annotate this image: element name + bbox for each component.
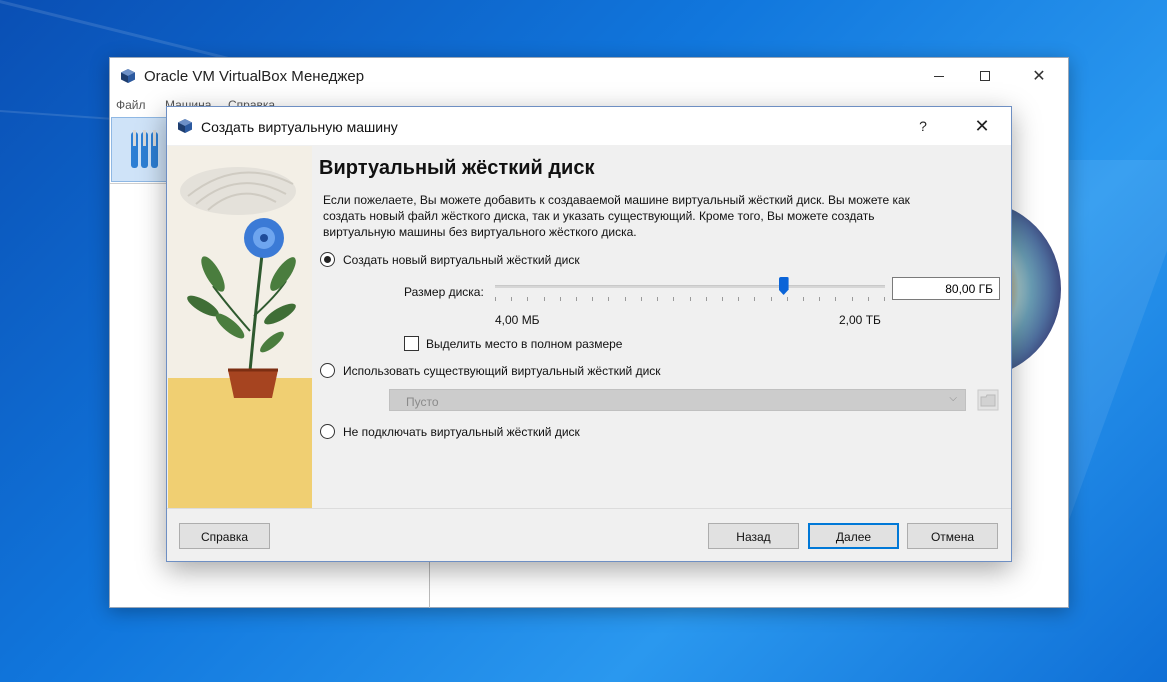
minimize-button[interactable]	[916, 58, 962, 94]
disk-size-input[interactable]: 80,00 ГБ	[892, 277, 1000, 300]
page-description: Если пожелаете, Вы можете добавить к соз…	[323, 193, 910, 239]
dialog-title: Создать виртуальную машину	[201, 119, 398, 135]
radio-create-new[interactable]	[320, 252, 335, 267]
existing-disk-select-value: Пусто	[406, 395, 439, 409]
help-icon: ?	[919, 118, 927, 134]
preallocate-label[interactable]: Выделить место в полном размере	[426, 337, 622, 351]
radio-no-disk-label[interactable]: Не подключать виртуальный жёсткий диск	[343, 425, 580, 439]
minimize-icon	[934, 75, 944, 77]
main-window-title: Oracle VM VirtualBox Менеджер	[144, 68, 365, 85]
tools-button[interactable]	[111, 117, 171, 182]
radio-use-existing-label[interactable]: Использовать существующий виртуальный жё…	[343, 364, 661, 378]
help-button-bottom[interactable]: Справка	[179, 523, 270, 549]
tools-icon	[131, 130, 158, 168]
folder-icon[interactable]	[977, 389, 999, 411]
plant-illustration	[168, 167, 312, 508]
radio-use-existing[interactable]	[320, 363, 335, 378]
slider-max-label: 2,00 ТБ	[839, 313, 881, 327]
chevron-down-icon: ⌵	[949, 393, 957, 404]
divider	[429, 558, 430, 608]
disk-size-label: Размер диска:	[404, 285, 484, 299]
main-titlebar: Oracle VM VirtualBox Менеджер ✕	[110, 58, 1068, 94]
wizard-illustration	[168, 146, 312, 508]
radio-no-disk[interactable]	[320, 424, 335, 439]
preallocate-checkbox[interactable]	[404, 336, 419, 351]
cancel-button[interactable]: Отмена	[907, 523, 998, 549]
virtualbox-logo-icon	[121, 69, 135, 83]
dialog-titlebar: Создать виртуальную машину ? ✕	[167, 107, 1011, 145]
slider-min-label: 4,00 МБ	[495, 313, 540, 327]
close-icon: ✕	[974, 115, 990, 136]
dialog-close-button[interactable]: ✕	[957, 107, 1007, 145]
slider-ticks	[495, 297, 885, 301]
back-button[interactable]: Назад	[708, 523, 799, 549]
virtualbox-logo-icon	[178, 119, 192, 133]
page-heading: Виртуальный жёсткий диск	[319, 157, 595, 179]
close-button[interactable]: ✕	[1016, 58, 1062, 94]
disk-size-slider-track[interactable]	[495, 285, 885, 288]
maximize-icon	[980, 71, 990, 81]
disk-size-slider-handle[interactable]	[778, 277, 789, 295]
radio-create-new-label[interactable]: Создать новый виртуальный жёсткий диск	[343, 253, 580, 267]
create-vm-dialog: Создать виртуальную машину ? ✕ Виртуальн…	[166, 106, 1012, 562]
maximize-button[interactable]	[962, 58, 1008, 94]
divider	[110, 183, 170, 184]
close-icon: ✕	[1032, 68, 1046, 85]
help-button[interactable]: ?	[903, 107, 943, 145]
next-button[interactable]: Далее	[808, 523, 899, 549]
existing-disk-select[interactable]: Пусто ⌵	[389, 389, 966, 411]
menu-file[interactable]: Файл	[116, 98, 146, 112]
